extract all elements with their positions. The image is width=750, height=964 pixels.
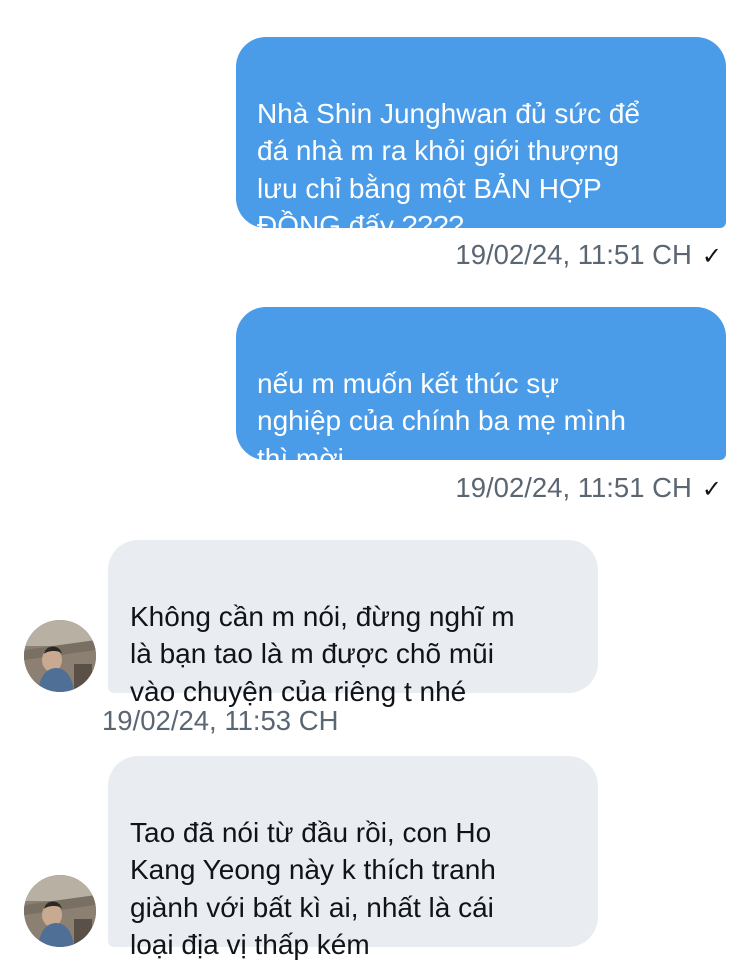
received-message-bubble[interactable]: Tao đã nói từ đầu rồi, con Ho Kang Yeong…	[108, 756, 598, 960]
received-message-bubble[interactable]: Không cần m nói, đừng nghĩ m là bạn tao …	[108, 540, 598, 707]
message-text: nếu m muốn kết thúc sự nghiệp của chính …	[257, 367, 626, 474]
avatar-image	[24, 875, 96, 947]
sent-message-bubble[interactable]: Nhà Shin Junghwan đủ sức để đá nhà m ra …	[236, 37, 726, 241]
message-timestamp: 19/02/24, 11:51 CH	[455, 239, 692, 270]
check-icon: ✓	[701, 243, 722, 270]
avatar[interactable]	[24, 620, 96, 692]
check-icon: ✓	[701, 476, 722, 503]
message-text: Không cần m nói, đừng nghĩ m là bạn tao …	[130, 600, 515, 707]
message-timestamp: 19/02/24, 11:51 CH	[455, 472, 692, 503]
message-text: Nhà Shin Junghwan đủ sức để đá nhà m ra …	[257, 97, 640, 242]
message-timestamp: 19/02/24, 11:53 CH	[102, 705, 339, 736]
sent-message-bubble[interactable]: nếu m muốn kết thúc sự nghiệp của chính …	[236, 307, 726, 474]
avatar[interactable]	[24, 875, 96, 947]
avatar-image	[24, 620, 96, 692]
message-text: Tao đã nói từ đầu rồi, con Ho Kang Yeong…	[130, 816, 496, 961]
message-meta: 19/02/24, 11:51 CH ✓	[455, 471, 722, 507]
message-meta: 19/02/24, 11:51 CH ✓	[455, 238, 722, 274]
